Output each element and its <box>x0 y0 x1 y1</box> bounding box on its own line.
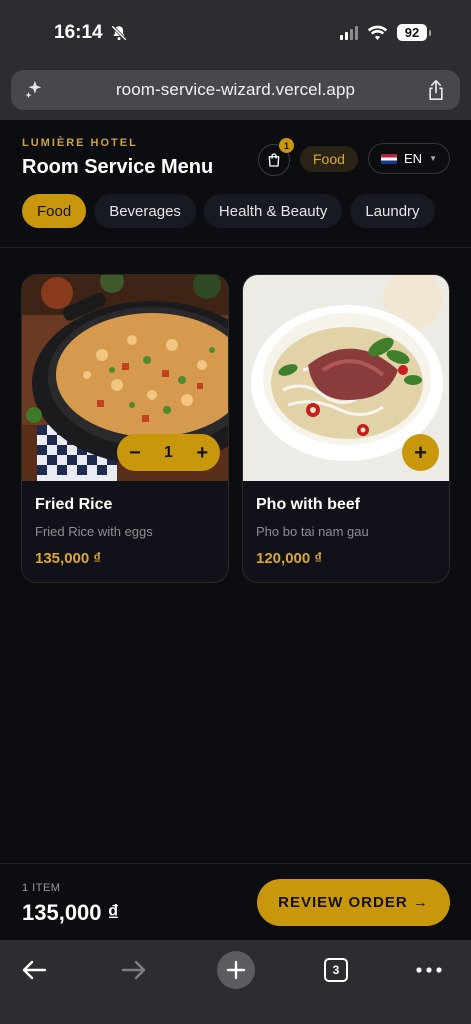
plus-icon: + <box>414 439 427 465</box>
product-name: Pho with beef <box>256 496 360 513</box>
product-name: Fried Rice <box>35 496 113 513</box>
battery-icon: 92 <box>397 24 431 41</box>
quantity-stepper[interactable]: − 1 + <box>117 434 220 471</box>
app-main: LUMIÈRE HOTEL Room Service Menu 1 Food E… <box>0 120 471 863</box>
item-count: 1 ITEM <box>22 882 61 894</box>
tab-count: 3 <box>324 958 348 982</box>
arrow-left-icon <box>22 960 47 980</box>
active-category-chip[interactable]: Food <box>300 146 358 172</box>
status-icons: 92 <box>340 24 431 41</box>
more-menu-button[interactable] <box>409 950 449 990</box>
sparkle-icon[interactable] <box>23 79 45 101</box>
more-icon <box>416 967 442 973</box>
product-description: Fried Rice with eggs <box>35 524 153 539</box>
order-summary-bar: 1 ITEM 135,000 ₫ REVIEW ORDER → <box>0 863 471 940</box>
language-label: EN <box>404 151 423 166</box>
tab-beverages[interactable]: Beverages <box>94 194 196 228</box>
browser-toolbar: room-service-wizard.vercel.app <box>0 62 471 120</box>
cart-count-badge: 1 <box>279 138 294 153</box>
url-text: room-service-wizard.vercel.app <box>115 80 356 99</box>
product-card-pho-with-beef[interactable]: + Pho with beef Pho bo tai nam gau 120,0… <box>242 274 450 583</box>
order-total: 135,000 ₫ <box>22 900 119 925</box>
back-button[interactable] <box>14 950 54 990</box>
product-price: 135,000 ₫ <box>35 550 102 567</box>
divider <box>0 247 471 248</box>
arrow-right-icon <box>121 960 146 980</box>
category-tabs: Food Beverages Health & Beauty Laundry <box>22 194 435 228</box>
wifi-icon <box>367 25 388 40</box>
bell-muted-icon <box>110 25 127 41</box>
uk-flag-icon <box>381 153 397 164</box>
hotel-brand: LUMIÈRE HOTEL <box>22 137 138 149</box>
plus-icon[interactable]: + <box>196 443 208 463</box>
plus-icon <box>217 951 255 989</box>
status-bar: 16:14 92 <box>0 0 471 62</box>
clock-time: 16:14 <box>54 22 103 43</box>
tab-laundry[interactable]: Laundry <box>350 194 435 228</box>
battery-level: 92 <box>397 24 427 41</box>
browser-bottom-bar: 3 <box>0 940 471 1024</box>
page-title: Room Service Menu <box>22 156 214 178</box>
product-price: 120,000 ₫ <box>256 550 323 567</box>
add-button[interactable]: + <box>402 434 439 471</box>
address-bar[interactable]: room-service-wizard.vercel.app <box>11 70 460 110</box>
new-tab-button[interactable] <box>216 950 256 990</box>
tabs-button[interactable]: 3 <box>316 950 356 990</box>
tab-health-beauty[interactable]: Health & Beauty <box>203 194 343 228</box>
product-description: Pho bo tai nam gau <box>256 524 369 539</box>
shopping-bag-icon <box>268 153 280 167</box>
forward-button[interactable] <box>114 950 154 990</box>
language-selector[interactable]: EN ▼ <box>368 143 450 174</box>
tab-food[interactable]: Food <box>22 194 87 228</box>
chevron-down-icon: ▼ <box>429 154 437 163</box>
share-icon[interactable] <box>426 79 446 101</box>
product-card-fried-rice[interactable]: − 1 + Fried Rice Fried Rice with eggs 13… <box>21 274 229 583</box>
clock: 16:14 <box>54 22 128 44</box>
minus-icon[interactable]: − <box>129 443 141 463</box>
cellular-signal-icon <box>340 25 358 40</box>
quantity-value: 1 <box>164 443 173 461</box>
review-order-button[interactable]: REVIEW ORDER → <box>257 879 450 926</box>
